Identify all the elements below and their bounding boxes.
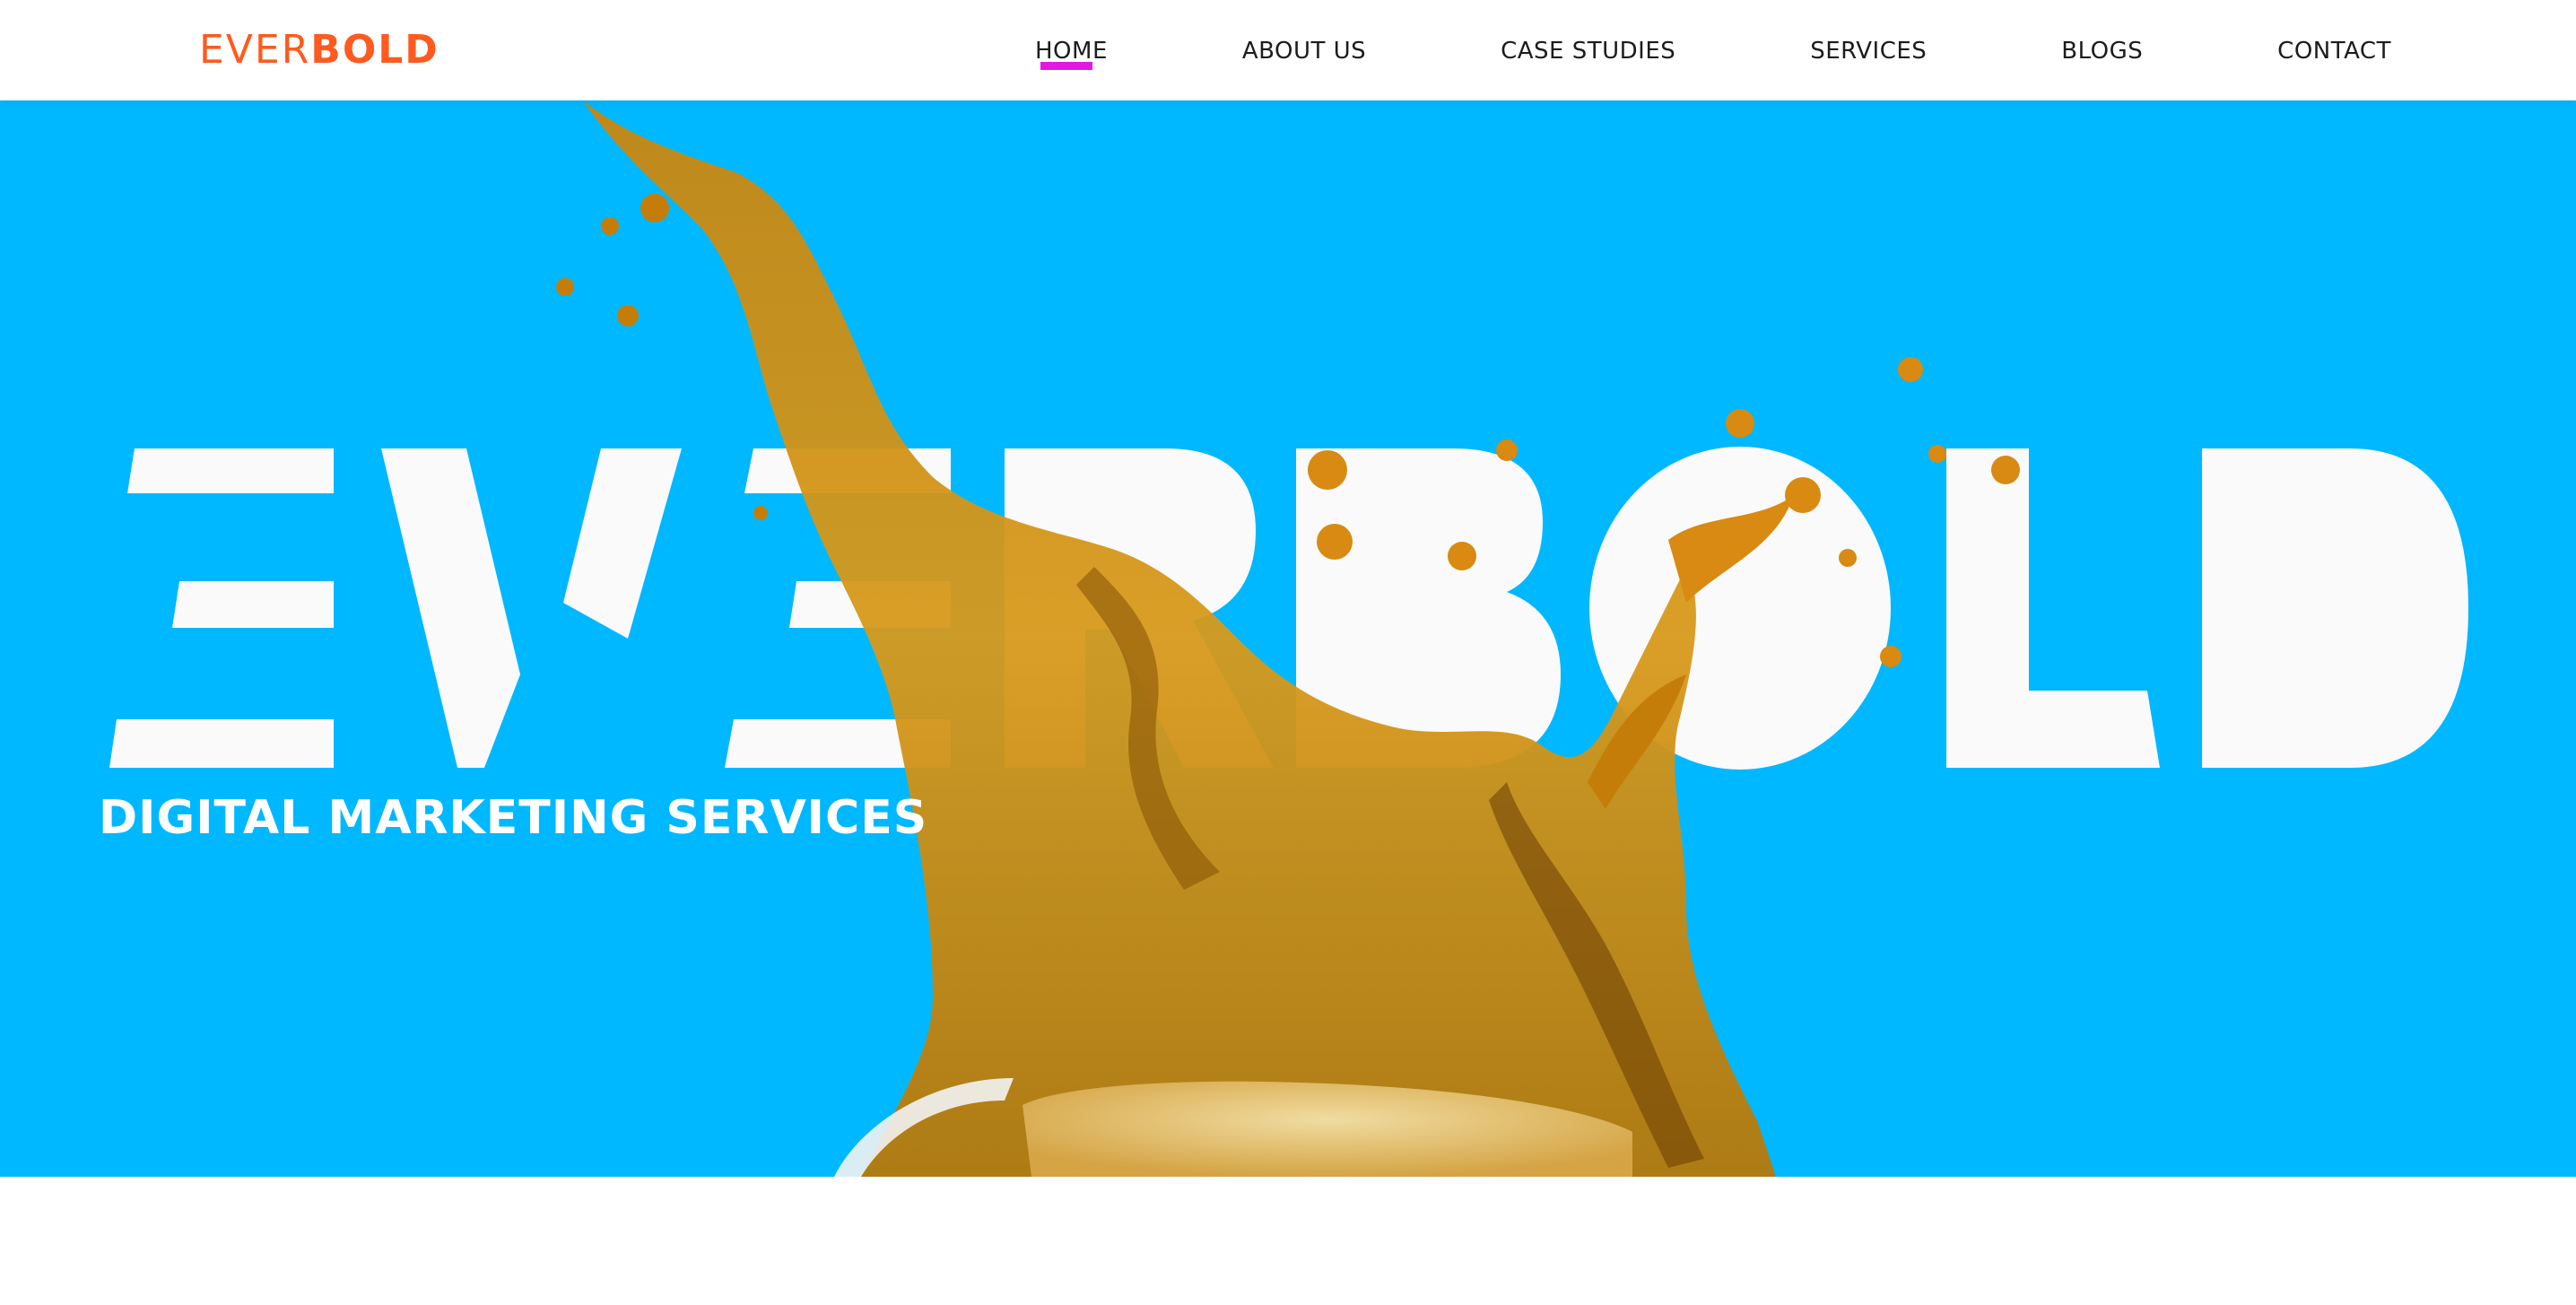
nav-contact-label: CONTACT	[2277, 38, 2391, 65]
hero-banner: DIGITAL MARKETING SERVICES	[0, 100, 2576, 1177]
wordmark-letter-v	[381, 448, 682, 768]
nav-contact[interactable]: CONTACT	[2274, 32, 2395, 70]
hero-artwork	[109, 100, 2468, 1177]
nav-home[interactable]: HOME	[1031, 32, 1111, 70]
nav-services-label: SERVICES	[1810, 38, 1928, 65]
wordmark-letter-e1	[109, 448, 334, 768]
page-below-hero	[0, 1177, 2576, 1305]
nav-blogs[interactable]: BLOGS	[2058, 32, 2146, 70]
main-nav: HOME ABOUT US CASE STUDIES SERVICES BLOG…	[1031, 27, 2395, 75]
nav-case-studies[interactable]: CASE STUDIES	[1497, 32, 1679, 70]
hero-tagline: DIGITAL MARKETING SERVICES	[99, 791, 928, 845]
nav-blogs-label: BLOGS	[2061, 38, 2144, 65]
nav-about-us[interactable]: ABOUT US	[1239, 32, 1370, 70]
nav-services[interactable]: SERVICES	[1806, 32, 1930, 70]
logo-thin-text: EVER	[199, 27, 311, 73]
wordmark-letter-d	[2202, 448, 2468, 768]
logo-bold-text: BOLD	[310, 27, 439, 73]
nav-case-studies-label: CASE STUDIES	[1501, 38, 1676, 65]
everbold-logo[interactable]: EVER BOLD	[199, 30, 439, 70]
nav-about-us-label: ABOUT US	[1241, 38, 1367, 65]
nav-home-label: HOME	[1035, 38, 1108, 65]
wordmark-letter-l	[1946, 448, 2160, 768]
site-header: EVER BOLD HOME ABOUT US CASE STUDIES SERV…	[0, 0, 2576, 100]
